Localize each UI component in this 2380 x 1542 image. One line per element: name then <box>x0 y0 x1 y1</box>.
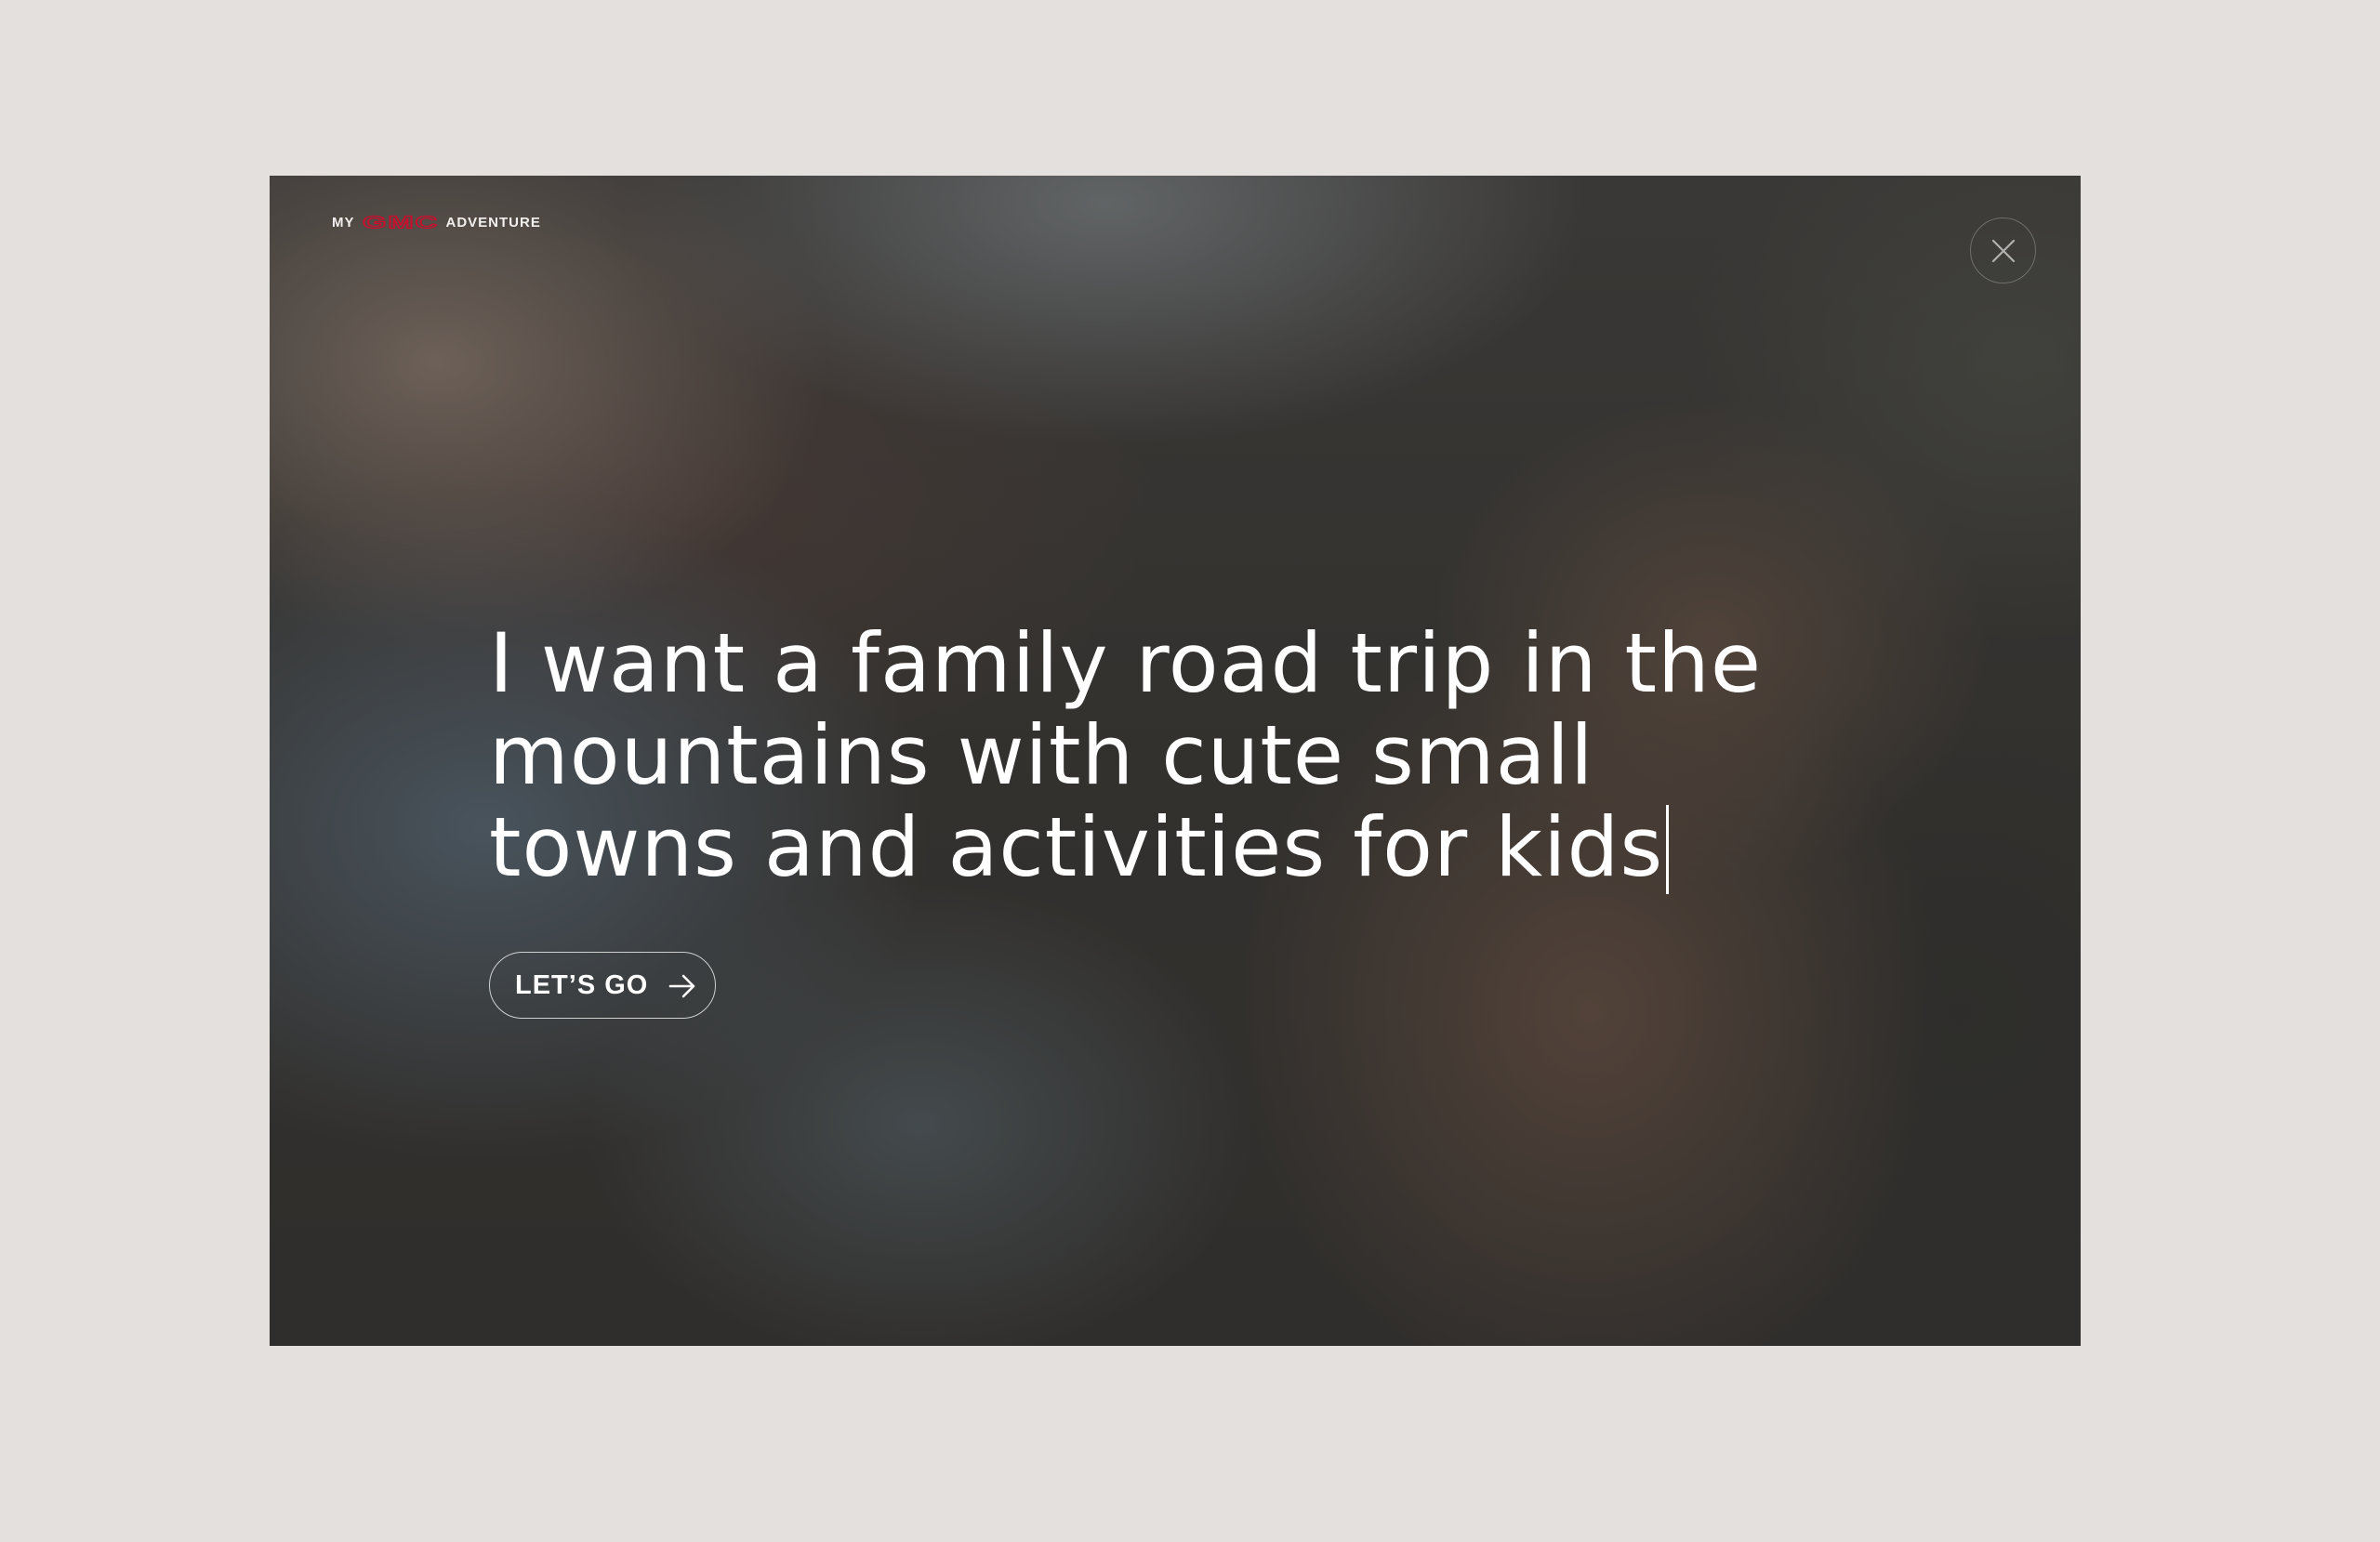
gmc-logo: GMC <box>362 214 439 231</box>
trip-prompt-input[interactable]: I want a family road trip in the mountai… <box>489 617 1809 894</box>
brand-suffix: ADVENTURE <box>445 214 541 231</box>
text-caret <box>1666 805 1670 894</box>
close-icon <box>1991 239 2015 262</box>
close-button[interactable] <box>1970 217 2036 283</box>
arrow-right-icon <box>668 974 695 998</box>
svg-text:GMC: GMC <box>363 214 439 231</box>
brand-logo: MY GMC ADVENTURE <box>332 214 541 231</box>
lets-go-label: LET’S GO <box>515 969 649 1000</box>
adventure-modal: MY GMC ADVENTURE I want a family road tr… <box>270 176 2081 1346</box>
brand-prefix: MY <box>332 214 355 231</box>
trip-prompt-text: I want a family road trip in the mountai… <box>489 615 1762 895</box>
lets-go-button[interactable]: LET’S GO <box>489 952 716 1019</box>
